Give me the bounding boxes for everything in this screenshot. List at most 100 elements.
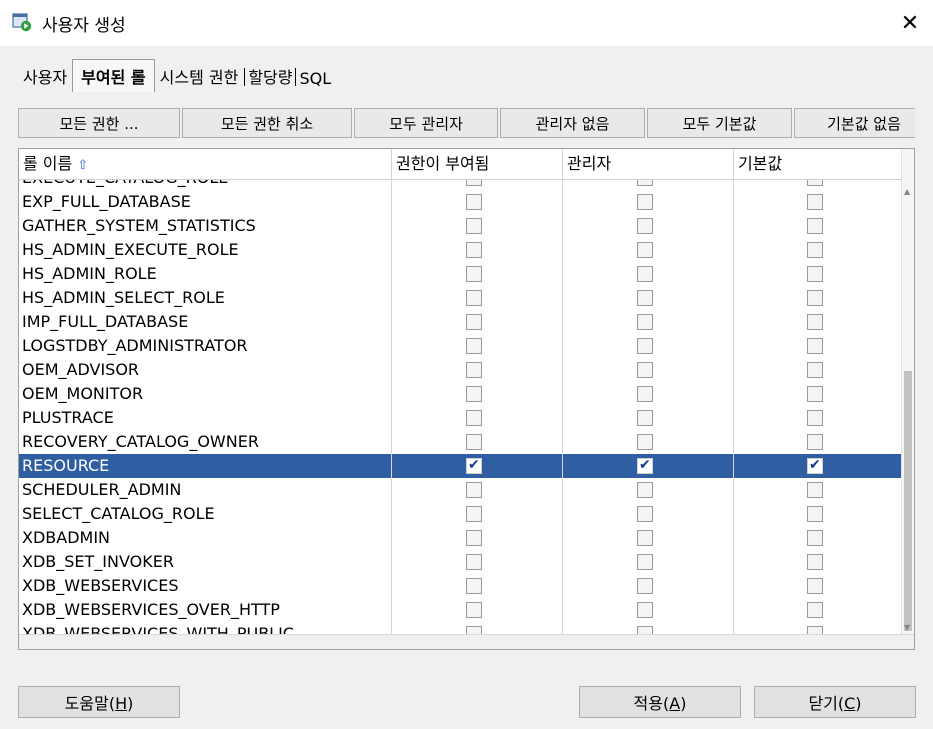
close-window-button[interactable]: ✕ [887, 0, 933, 46]
column-header-admin[interactable]: 관리자 [563, 149, 734, 179]
default-checkbox[interactable] [807, 554, 823, 570]
scrollbar-thumb[interactable] [904, 371, 912, 631]
all-default-button[interactable]: 모두 기본값 [647, 108, 792, 138]
granted-checkbox[interactable] [466, 386, 482, 402]
granted-checkbox[interactable] [466, 338, 482, 354]
table-row[interactable]: XDBADMIN [19, 526, 903, 550]
admin-checkbox[interactable] [637, 578, 653, 594]
table-row[interactable]: HS_ADMIN_SELECT_ROLE [19, 286, 903, 310]
admin-checkbox[interactable] [637, 410, 653, 426]
scroll-down-icon[interactable]: ▼ [904, 623, 910, 632]
table-row[interactable]: EXECUTE_CATALOG_ROLE [19, 180, 903, 190]
table-row[interactable]: HS_ADMIN_ROLE [19, 262, 903, 286]
tab-sql[interactable]: SQL [297, 65, 336, 92]
admin-checkbox[interactable] [637, 194, 653, 210]
tab-system-privileges[interactable]: 시스템 권한 [155, 60, 244, 92]
granted-checkbox[interactable]: ✔ [466, 457, 482, 474]
admin-checkbox[interactable] [637, 314, 653, 330]
table-row[interactable]: EXP_FULL_DATABASE [19, 190, 903, 214]
admin-checkbox[interactable] [637, 362, 653, 378]
default-checkbox[interactable] [807, 506, 823, 522]
column-header-role-name[interactable]: 롤 이름 ⇧ [19, 149, 392, 179]
granted-checkbox[interactable] [466, 362, 482, 378]
granted-checkbox[interactable] [466, 530, 482, 546]
revoke-all-button[interactable]: 모든 권한 취소 [182, 108, 352, 138]
default-checkbox[interactable] [807, 194, 823, 210]
default-checkbox[interactable] [807, 266, 823, 282]
table-row[interactable]: RECOVERY_CATALOG_OWNER [19, 430, 903, 454]
tab-quota[interactable]: 할당량 [246, 60, 294, 92]
all-admin-button[interactable]: 모두 관리자 [354, 108, 498, 138]
default-checkbox[interactable]: ✔ [807, 457, 823, 474]
admin-checkbox[interactable]: ✔ [637, 457, 653, 474]
admin-checkbox[interactable] [637, 242, 653, 258]
default-checkbox[interactable] [807, 410, 823, 426]
default-checkbox[interactable] [807, 530, 823, 546]
admin-checkbox[interactable] [637, 554, 653, 570]
admin-checkbox[interactable] [637, 218, 653, 234]
table-row[interactable]: RESOURCE ✔ ✔ ✔ [19, 454, 903, 478]
default-checkbox[interactable] [807, 242, 823, 258]
close-button[interactable]: 닫기(C) [754, 686, 916, 718]
default-checkbox[interactable] [807, 578, 823, 594]
admin-checkbox[interactable] [637, 386, 653, 402]
granted-checkbox[interactable] [466, 290, 482, 306]
default-checkbox[interactable] [807, 218, 823, 234]
default-checkbox[interactable] [807, 314, 823, 330]
granted-checkbox[interactable] [466, 194, 482, 210]
help-button[interactable]: 도움말(H) [18, 686, 180, 718]
admin-checkbox[interactable] [637, 290, 653, 306]
admin-checkbox[interactable] [637, 602, 653, 618]
grant-all-button[interactable]: 모든 권한 ... [18, 108, 180, 138]
granted-checkbox[interactable] [466, 242, 482, 258]
granted-checkbox[interactable] [466, 314, 482, 330]
granted-checkbox[interactable] [466, 180, 482, 186]
default-checkbox[interactable] [807, 362, 823, 378]
no-default-button[interactable]: 기본값 없음 [794, 108, 915, 138]
granted-checkbox[interactable] [466, 266, 482, 282]
granted-checkbox[interactable] [466, 602, 482, 618]
default-checkbox[interactable] [807, 482, 823, 498]
default-checkbox[interactable] [807, 338, 823, 354]
default-checkbox[interactable] [807, 434, 823, 450]
tab-granted-roles[interactable]: 부여된 롤 [72, 59, 155, 92]
default-checkbox[interactable] [807, 386, 823, 402]
granted-checkbox[interactable] [466, 482, 482, 498]
table-row[interactable]: XDB_SET_INVOKER [19, 550, 903, 574]
table-row[interactable]: HS_ADMIN_EXECUTE_ROLE [19, 238, 903, 262]
table-row[interactable]: IMP_FULL_DATABASE [19, 310, 903, 334]
vertical-scrollbar[interactable]: ▲ ▼ [901, 149, 914, 636]
table-row[interactable]: OEM_MONITOR [19, 382, 903, 406]
column-header-granted[interactable]: 권한이 부여됨 [392, 149, 563, 179]
granted-checkbox[interactable] [466, 434, 482, 450]
admin-checkbox[interactable] [637, 530, 653, 546]
granted-checkbox[interactable] [466, 218, 482, 234]
table-row[interactable]: OEM_ADVISOR [19, 358, 903, 382]
default-checkbox[interactable] [807, 602, 823, 618]
scroll-up-icon[interactable]: ▲ [904, 187, 910, 196]
table-row[interactable]: LOGSTDBY_ADMINISTRATOR [19, 334, 903, 358]
admin-checkbox[interactable] [637, 506, 653, 522]
admin-checkbox[interactable] [637, 434, 653, 450]
no-admin-button[interactable]: 관리자 없음 [500, 108, 645, 138]
granted-checkbox[interactable] [466, 578, 482, 594]
admin-checkbox[interactable] [637, 266, 653, 282]
granted-checkbox[interactable] [466, 506, 482, 522]
admin-checkbox[interactable] [637, 180, 653, 186]
table-row[interactable]: XDB_WEBSERVICES_OVER_HTTP [19, 598, 903, 622]
table-row[interactable]: XDB_WEBSERVICES [19, 574, 903, 598]
default-checkbox[interactable] [807, 180, 823, 186]
table-row[interactable]: SCHEDULER_ADMIN [19, 478, 903, 502]
granted-checkbox[interactable] [466, 554, 482, 570]
table-row[interactable]: PLUSTRACE [19, 406, 903, 430]
tab-user[interactable]: 사용자 [18, 60, 72, 92]
default-checkbox[interactable] [807, 290, 823, 306]
horizontal-scrollbar[interactable] [19, 634, 914, 649]
admin-checkbox[interactable] [637, 338, 653, 354]
table-row[interactable]: GATHER_SYSTEM_STATISTICS [19, 214, 903, 238]
column-header-default[interactable]: 기본값 [734, 149, 903, 179]
table-row[interactable]: SELECT_CATALOG_ROLE [19, 502, 903, 526]
admin-checkbox[interactable] [637, 482, 653, 498]
apply-button[interactable]: 적용(A) [579, 686, 741, 718]
granted-checkbox[interactable] [466, 410, 482, 426]
